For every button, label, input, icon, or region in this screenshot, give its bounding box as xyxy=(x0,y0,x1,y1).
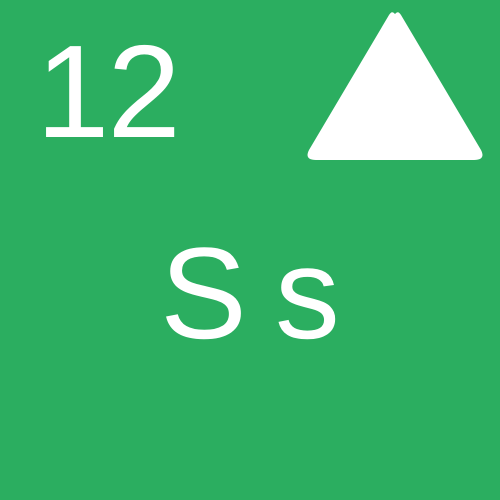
lowercase-letter: s xyxy=(274,220,340,366)
letter-card: 12 Ss xyxy=(0,0,500,500)
triangle-up-icon xyxy=(307,12,483,160)
letter-pair: Ss xyxy=(0,228,500,358)
uppercase-letter: S xyxy=(160,220,247,366)
card-number: 12 xyxy=(36,18,181,165)
